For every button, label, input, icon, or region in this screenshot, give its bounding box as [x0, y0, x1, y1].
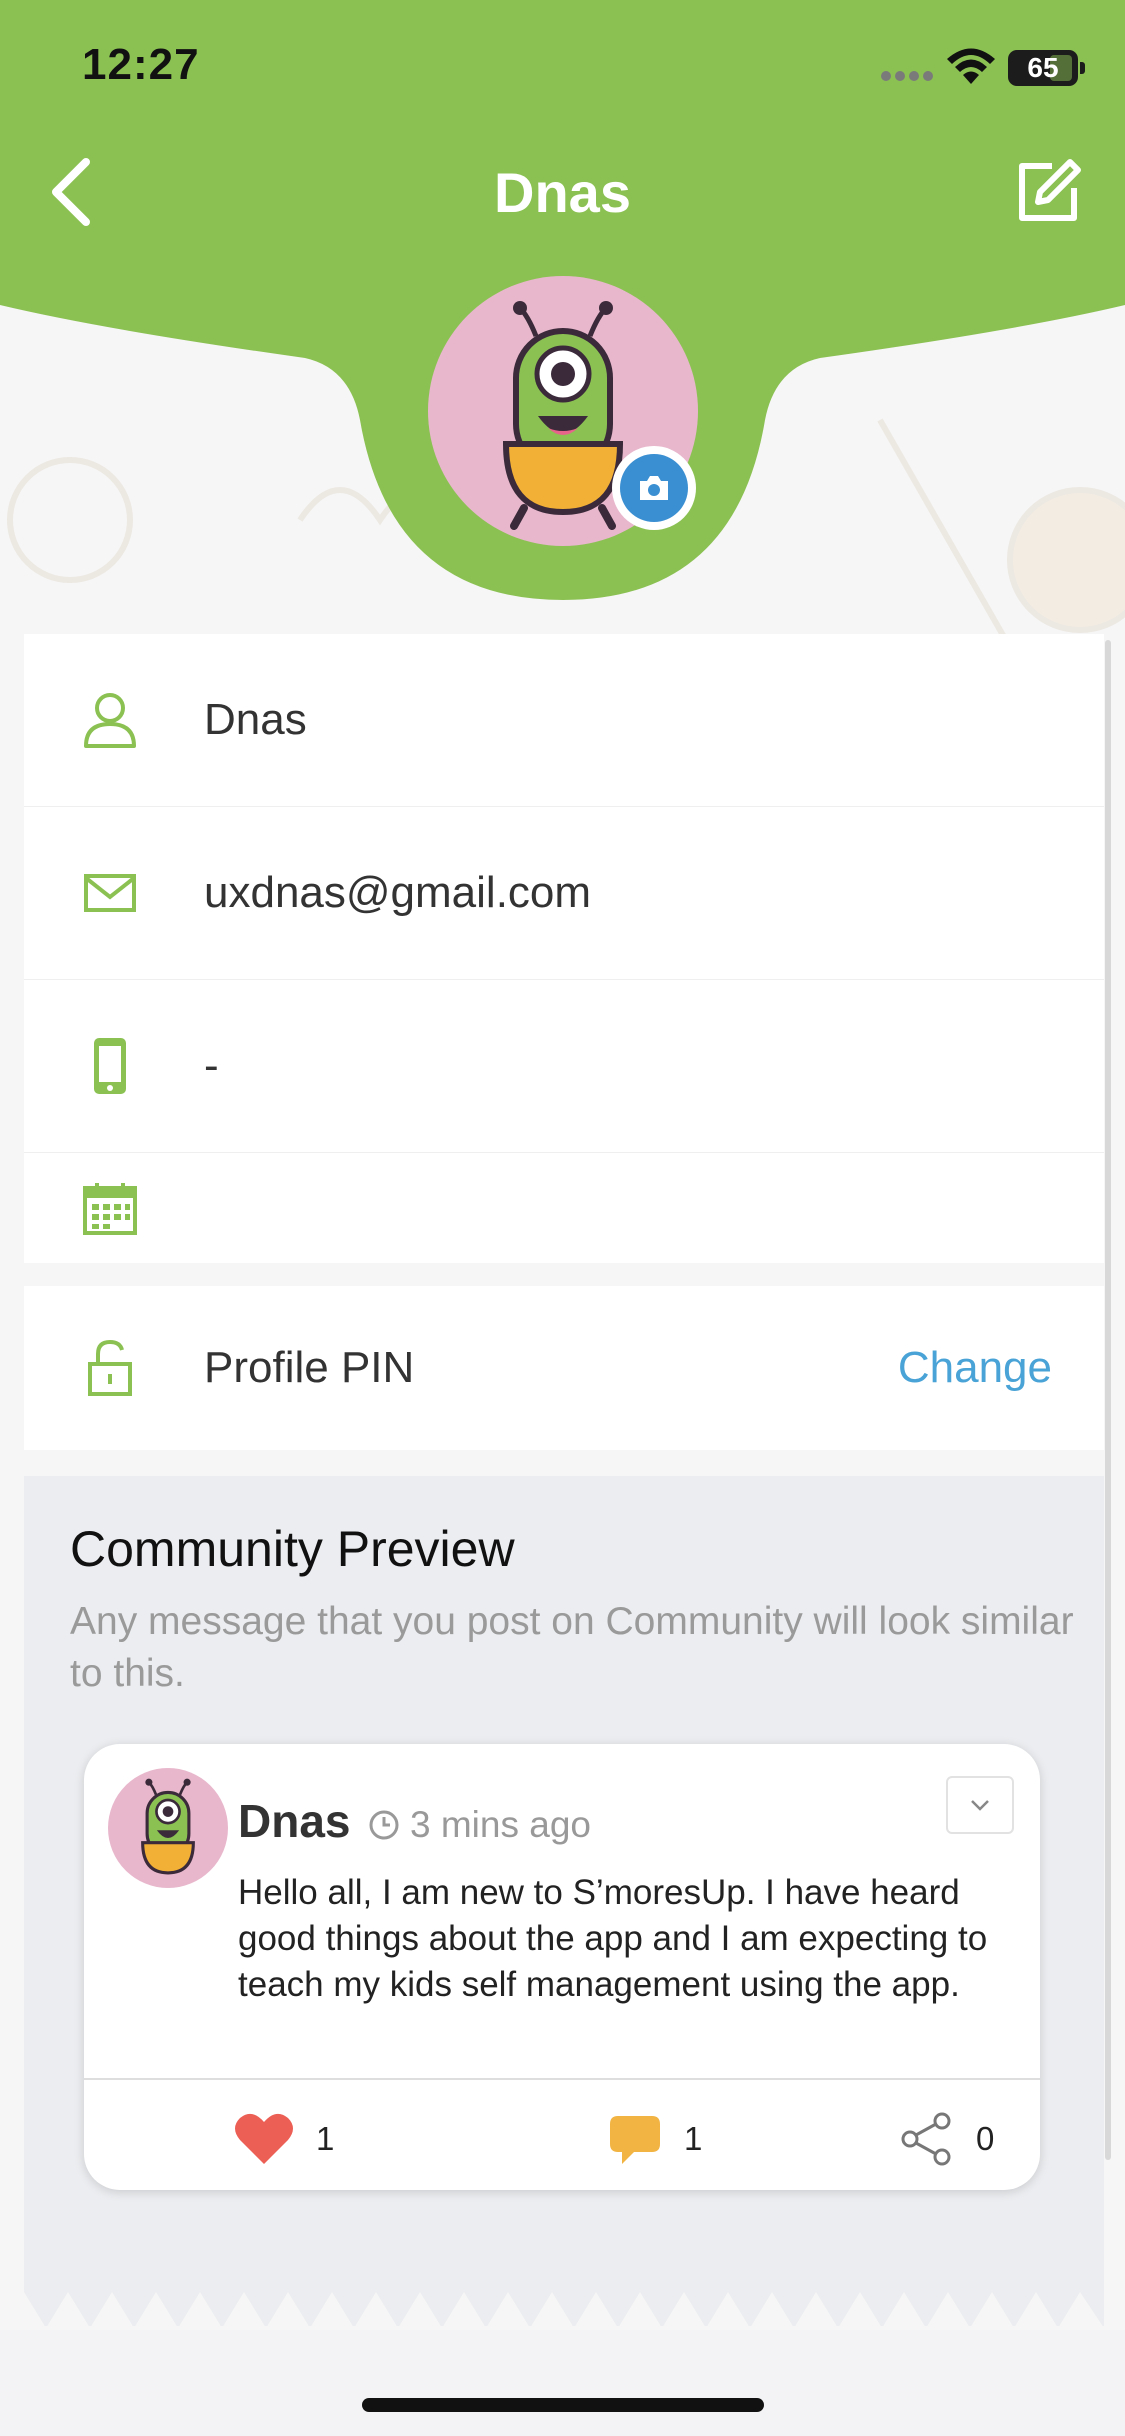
post-author-name: Dnas — [238, 1795, 351, 1847]
battery-indicator: 65 — [1008, 50, 1078, 86]
email-value: uxdnas@gmail.com — [204, 868, 592, 917]
post-timestamp: 3 mins ago — [368, 1804, 591, 1846]
chevron-down-icon — [971, 1800, 989, 1811]
share-button[interactable]: 0 — [900, 2104, 994, 2174]
edit-icon — [1019, 159, 1081, 221]
post-time-text: 3 mins ago — [410, 1804, 591, 1845]
mobile-phone-icon — [80, 1036, 140, 1096]
community-preview-section: Community Preview Any message that you p… — [24, 1476, 1104, 2328]
preview-post-card: Dnas 3 mins ago Hello all, I am new to S… — [84, 1744, 1040, 2190]
like-count: 1 — [316, 2120, 335, 2157]
change-pin-link[interactable]: Change — [898, 1343, 1052, 1393]
share-count: 0 — [976, 2120, 995, 2157]
status-bar: 12:27 65 — [0, 0, 1125, 140]
pin-label: Profile PIN — [204, 1343, 415, 1392]
heart-icon — [235, 2113, 293, 2164]
community-preview-description: Any message that you post on Community w… — [70, 1600, 1074, 1695]
post-author-avatar — [108, 1768, 228, 1888]
user-icon — [80, 690, 140, 750]
profile-pin-row: Profile PIN Change — [24, 1286, 1104, 1450]
like-button[interactable]: 1 — [234, 2104, 334, 2174]
post-menu-button[interactable] — [946, 1776, 1014, 1834]
calendar-icon — [80, 1178, 140, 1238]
scrollbar[interactable] — [1105, 640, 1111, 2160]
status-time: 12:27 — [82, 40, 200, 89]
phone-value: - — [204, 1041, 219, 1090]
camera-icon — [640, 476, 668, 500]
unlock-icon — [80, 1338, 140, 1398]
clock-icon — [369, 1810, 399, 1840]
post-body: Hello all, I am new to S’moresUp. I have… — [238, 1873, 988, 2004]
name-row[interactable]: Dnas — [24, 634, 1104, 807]
envelope-icon — [80, 863, 140, 923]
birthday-row[interactable] — [24, 1153, 1104, 1263]
post-divider — [84, 2078, 1040, 2080]
zigzag-edge — [24, 2292, 1104, 2328]
comment-button[interactable]: 1 — [608, 2104, 702, 2174]
battery-level: 65 — [1027, 52, 1059, 83]
bottom-safe-area — [0, 2330, 1125, 2436]
change-photo-button[interactable] — [612, 446, 696, 530]
email-row[interactable]: uxdnas@gmail.com — [24, 807, 1104, 980]
cellular-signal-icon — [881, 71, 933, 81]
page-title: Dnas — [494, 161, 631, 224]
battery-cap — [1080, 62, 1085, 74]
home-indicator[interactable] — [362, 2398, 764, 2412]
comment-bubble-icon — [610, 2116, 660, 2164]
comment-count: 1 — [684, 2120, 703, 2157]
edit-profile-button[interactable] — [1012, 156, 1084, 228]
name-value: Dnas — [204, 695, 307, 744]
community-preview-title: Community Preview — [70, 1521, 515, 1577]
profile-info-card: Dnas uxdnas@gmail.com - — [24, 634, 1104, 1263]
monster-avatar-image — [141, 1778, 195, 1875]
share-icon — [901, 2112, 951, 2166]
wifi-icon — [947, 48, 995, 84]
phone-row[interactable]: - — [24, 980, 1104, 1153]
